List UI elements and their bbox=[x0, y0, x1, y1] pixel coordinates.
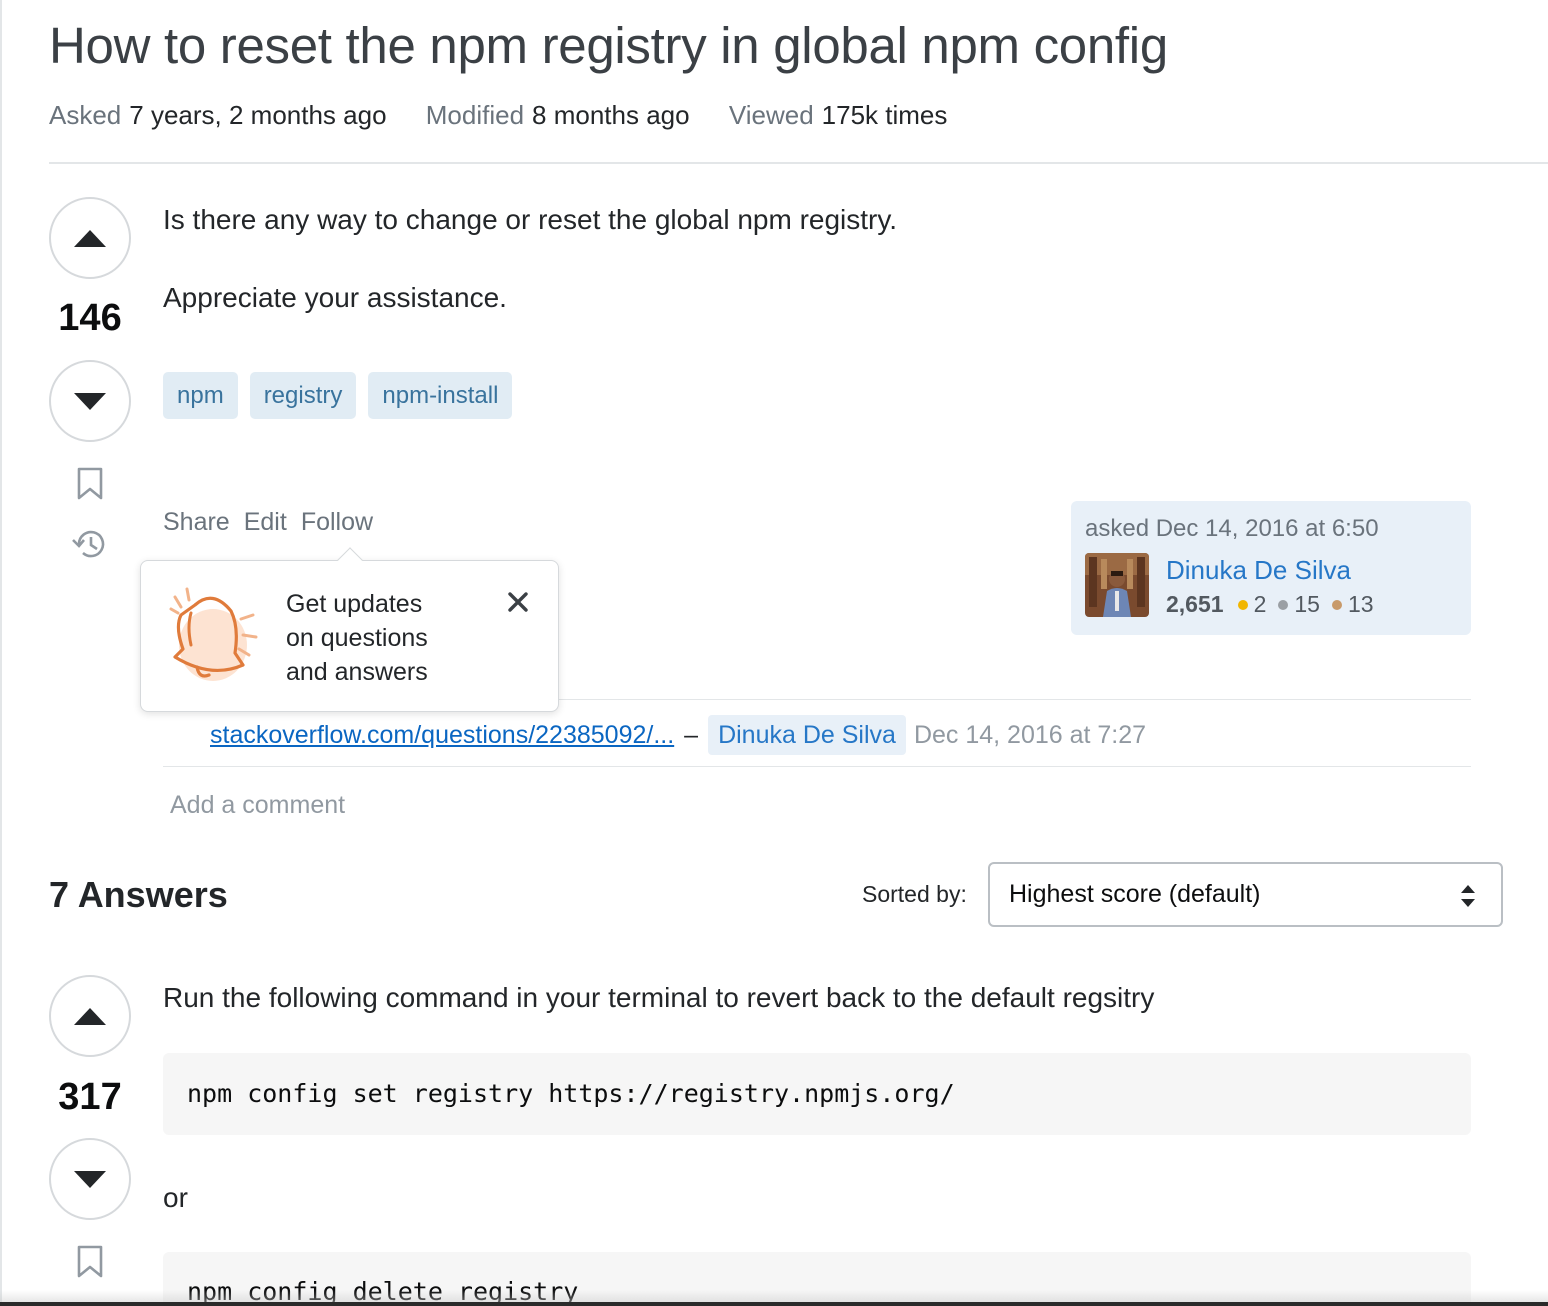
share-link[interactable]: Share bbox=[163, 508, 230, 536]
follow-link[interactable]: Follow bbox=[301, 508, 373, 536]
comment-link[interactable]: stackoverflow.com/questions/22385092/... bbox=[210, 721, 674, 750]
bookmark-icon[interactable] bbox=[75, 1244, 105, 1280]
gold-badge-count: 2 bbox=[1253, 591, 1267, 617]
tag-npm[interactable]: npm bbox=[163, 372, 238, 419]
viewed-label: Viewed bbox=[728, 100, 814, 130]
downvote-arrow-icon bbox=[74, 392, 106, 410]
popover-arrow bbox=[337, 547, 363, 573]
silver-badge-count: 15 bbox=[1294, 591, 1320, 617]
left-border bbox=[0, 0, 2, 1306]
silver-badge-icon bbox=[1278, 599, 1289, 610]
downvote-arrow-icon bbox=[74, 1170, 106, 1188]
upvote-arrow-icon bbox=[74, 229, 106, 247]
answer-downvote-button[interactable] bbox=[49, 1138, 131, 1220]
question-score: 146 bbox=[58, 297, 122, 339]
owner-username[interactable]: Dinuka De Silva bbox=[1166, 555, 1351, 586]
asked-timestamp[interactable]: asked Dec 14, 2016 at 6:50 bbox=[1085, 515, 1379, 543]
question-body-line-2: Appreciate your assistance. bbox=[163, 282, 507, 313]
avatar[interactable] bbox=[1085, 553, 1149, 617]
history-icon[interactable] bbox=[69, 525, 109, 563]
sort-selected-value: Highest score (default) bbox=[1009, 880, 1261, 908]
comment-user[interactable]: Dinuka De Silva bbox=[708, 715, 906, 755]
question-upvote-button[interactable] bbox=[49, 197, 131, 279]
edit-link[interactable]: Edit bbox=[244, 508, 287, 536]
code-block: npm config set registry https://registry… bbox=[163, 1053, 1471, 1135]
modified-value[interactable]: 8 months ago bbox=[532, 100, 690, 130]
tag-registry[interactable]: registry bbox=[249, 372, 357, 419]
question-meta: Asked 7 years, 2 months ago Modified 8 mon… bbox=[49, 100, 979, 131]
reputation-score: 2,651 bbox=[1166, 591, 1224, 617]
comment-divider bbox=[163, 766, 1471, 767]
comment-dash: – bbox=[684, 720, 699, 749]
viewed-value: 175k times bbox=[821, 100, 948, 130]
gold-badge-icon bbox=[1237, 599, 1248, 610]
asked-value: 7 years, 2 months ago bbox=[129, 100, 387, 130]
bell-icon bbox=[169, 587, 258, 681]
sort-select[interactable]: Highest score (default) bbox=[988, 862, 1503, 927]
owner-user-card: asked Dec 14, 2016 at 6:50 Dinuka De Sil… bbox=[1071, 501, 1471, 635]
question-body-line-1: Is there any way to change or reset the … bbox=[163, 204, 898, 235]
tag-list: npm registry npm-install bbox=[163, 372, 513, 419]
bookmark-icon[interactable] bbox=[75, 466, 105, 502]
question-downvote-button[interactable] bbox=[49, 360, 131, 442]
bronze-badge-icon bbox=[1331, 599, 1342, 610]
owner-reputation: 2,651 2 15 13 bbox=[1166, 591, 1386, 618]
popover-text: Get updates on questions and answers bbox=[286, 587, 428, 689]
popover-line: and answers bbox=[286, 658, 428, 686]
close-icon[interactable] bbox=[505, 589, 531, 615]
comment-date[interactable]: Dec 14, 2016 at 7:27 bbox=[914, 721, 1146, 750]
answer-body-text: Run the following command in your termin… bbox=[163, 982, 1155, 1013]
answer-score: 317 bbox=[58, 1076, 122, 1118]
modified-label: Modified bbox=[425, 100, 525, 130]
sort-label: Sorted by: bbox=[862, 881, 967, 907]
post-menu: Share Edit Follow bbox=[163, 508, 387, 537]
asked-label: Asked bbox=[49, 100, 122, 130]
tag-npm-install[interactable]: npm-install bbox=[368, 372, 513, 419]
select-arrows-icon bbox=[1461, 885, 1475, 907]
question-title[interactable]: How to reset the npm registry in global … bbox=[49, 16, 1168, 75]
popover-line: Get updates bbox=[286, 590, 423, 618]
bronze-badge-count: 13 bbox=[1347, 591, 1374, 617]
comment: stackoverflow.com/questions/22385092/...… bbox=[210, 715, 1146, 755]
popover-line: on questions bbox=[286, 624, 428, 652]
add-comment-link[interactable]: Add a comment bbox=[170, 791, 345, 820]
answer-upvote-button[interactable] bbox=[49, 975, 131, 1057]
divider bbox=[49, 162, 1548, 164]
follow-popover: Get updates on questions and answers bbox=[140, 547, 559, 712]
answer-or-text: or bbox=[163, 1182, 188, 1213]
upvote-arrow-icon bbox=[74, 1007, 106, 1025]
answers-heading: 7 Answers bbox=[49, 874, 228, 915]
window-bottom-edge bbox=[0, 1302, 1548, 1306]
